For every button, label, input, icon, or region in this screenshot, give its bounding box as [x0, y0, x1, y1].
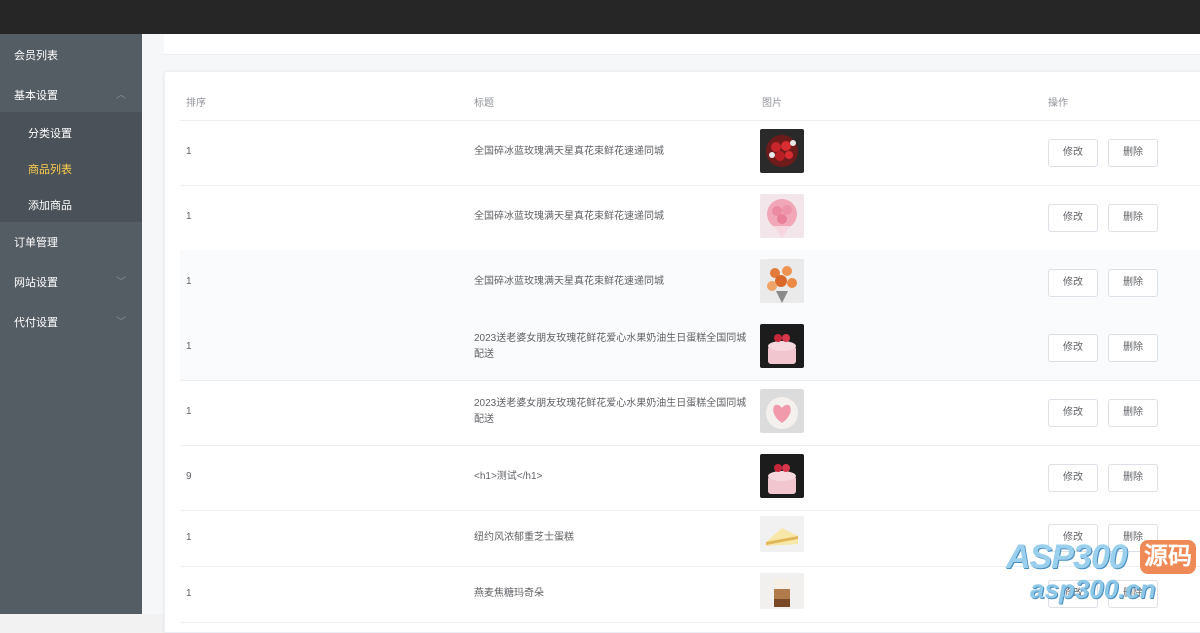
chevron-down-icon: ﹀ — [116, 277, 126, 288]
product-thumbnail[interactable] — [760, 324, 804, 368]
row-title: 全国碎冰蓝玫瑰满天星真花束鲜花速递同城 — [474, 276, 664, 287]
row-sort: 1 — [186, 146, 192, 157]
watermark-brand: ASP300 — [1006, 538, 1128, 576]
row-sort: 1 — [186, 406, 192, 417]
delete-button[interactable]: 删除 — [1108, 334, 1158, 362]
sidebar-item-payment-settings[interactable]: 代付设置 ﹀ — [14, 303, 142, 343]
edit-button[interactable]: 修改 — [1048, 334, 1098, 362]
product-thumbnail[interactable] — [760, 194, 804, 238]
edit-button[interactable]: 修改 — [1048, 399, 1098, 427]
delete-button[interactable]: 删除 — [1108, 399, 1158, 427]
sidebar-subitem-add-product[interactable]: 添加商品 — [28, 188, 142, 224]
delete-button[interactable]: 删除 — [1108, 269, 1158, 297]
table-row: 1 2023送老婆女朋友玫瑰花鲜花爱心水果奶油生日蛋糕全国同城配送 修改 删除 — [180, 380, 1200, 446]
delete-button[interactable]: 删除 — [1108, 464, 1158, 492]
row-title: 纽约风浓郁重芝士蛋糕 — [474, 532, 574, 543]
watermark-logo: ASP300 源码 asp300.cn — [1000, 534, 1200, 614]
chevron-up-icon: ︿ — [116, 90, 126, 101]
delete-button[interactable]: 删除 — [1108, 139, 1158, 167]
chevron-down-icon: ﹀ — [116, 317, 126, 328]
header-title: 标题 — [474, 98, 494, 109]
main-content: 排序 标题 图片 操作 1 全国碎冰蓝玫瑰满天星真花束鲜花速递同城 修改 删除 … — [142, 34, 1200, 633]
sidebar-item-basic-settings[interactable]: 基本设置 ︿ — [14, 76, 142, 116]
delete-button[interactable]: 删除 — [1108, 204, 1158, 232]
table-row: 1 全国碎冰蓝玫瑰满天星真花束鲜花速递同城 修改 删除 — [180, 250, 1200, 316]
header-sort: 排序 — [186, 98, 206, 109]
row-title: 2023送老婆女朋友玫瑰花鲜花爱心水果奶油生日蛋糕全国同城配送 — [474, 398, 747, 425]
row-title: 全国碎冰蓝玫瑰满天星真花束鲜花速递同城 — [474, 211, 664, 222]
row-sort: 1 — [186, 532, 192, 543]
breadcrumb-strip — [164, 34, 1200, 55]
table-header: 排序 标题 图片 操作 — [180, 72, 1200, 121]
sidebar: 会员列表 基本设置 ︿ 分类设置 商品列表 添加商品 订单管理 网站设置 ﹀ 代付设… — [0, 34, 142, 614]
row-sort: 1 — [186, 211, 192, 222]
product-thumbnail[interactable] — [760, 454, 804, 498]
table-row: 1 2023送老婆女朋友玫瑰花鲜花爱心水果奶油生日蛋糕全国同城配送 修改 删除 — [180, 315, 1200, 381]
product-thumbnail[interactable] — [760, 573, 804, 609]
sidebar-item-orders[interactable]: 订单管理 — [14, 223, 142, 263]
sidebar-item-site-settings[interactable]: 网站设置 ﹀ — [14, 263, 142, 303]
watermark-badge: 源码 — [1140, 540, 1196, 574]
header-image: 图片 — [762, 98, 782, 109]
product-thumbnail[interactable] — [760, 129, 804, 173]
edit-button[interactable]: 修改 — [1048, 269, 1098, 297]
row-title: 全国碎冰蓝玫瑰满天星真花束鲜花速递同城 — [474, 146, 664, 157]
edit-button[interactable]: 修改 — [1048, 464, 1098, 492]
product-thumbnail[interactable] — [760, 516, 804, 552]
sidebar-subitem-category[interactable]: 分类设置 — [28, 116, 142, 152]
sidebar-item-members[interactable]: 会员列表 — [14, 36, 142, 76]
row-title: 燕麦焦糖玛奇朵 — [474, 588, 544, 599]
product-thumbnail[interactable] — [760, 389, 804, 433]
row-title: 2023送老婆女朋友玫瑰花鲜花爱心水果奶油生日蛋糕全国同城配送 — [474, 333, 747, 360]
watermark-url: asp300.cn — [1030, 574, 1156, 604]
row-sort: 1 — [186, 276, 192, 287]
row-title: <h1>测试</h1> — [474, 471, 543, 482]
row-sort: 9 — [186, 471, 192, 482]
row-sort: 1 — [186, 341, 192, 352]
row-sort: 1 — [186, 588, 192, 599]
edit-button[interactable]: 修改 — [1048, 139, 1098, 167]
product-thumbnail[interactable] — [760, 259, 804, 303]
header-action: 操作 — [1048, 98, 1068, 109]
top-bar — [0, 0, 1200, 34]
table-row: 9 <h1>测试</h1> 修改 删除 — [180, 445, 1200, 511]
table-row: 1 全国碎冰蓝玫瑰满天星真花束鲜花速递同城 修改 删除 — [180, 120, 1200, 186]
sidebar-subitem-products[interactable]: 商品列表 — [28, 152, 142, 188]
table-row: 1 全国碎冰蓝玫瑰满天星真花束鲜花速递同城 修改 删除 — [180, 185, 1200, 251]
edit-button[interactable]: 修改 — [1048, 204, 1098, 232]
